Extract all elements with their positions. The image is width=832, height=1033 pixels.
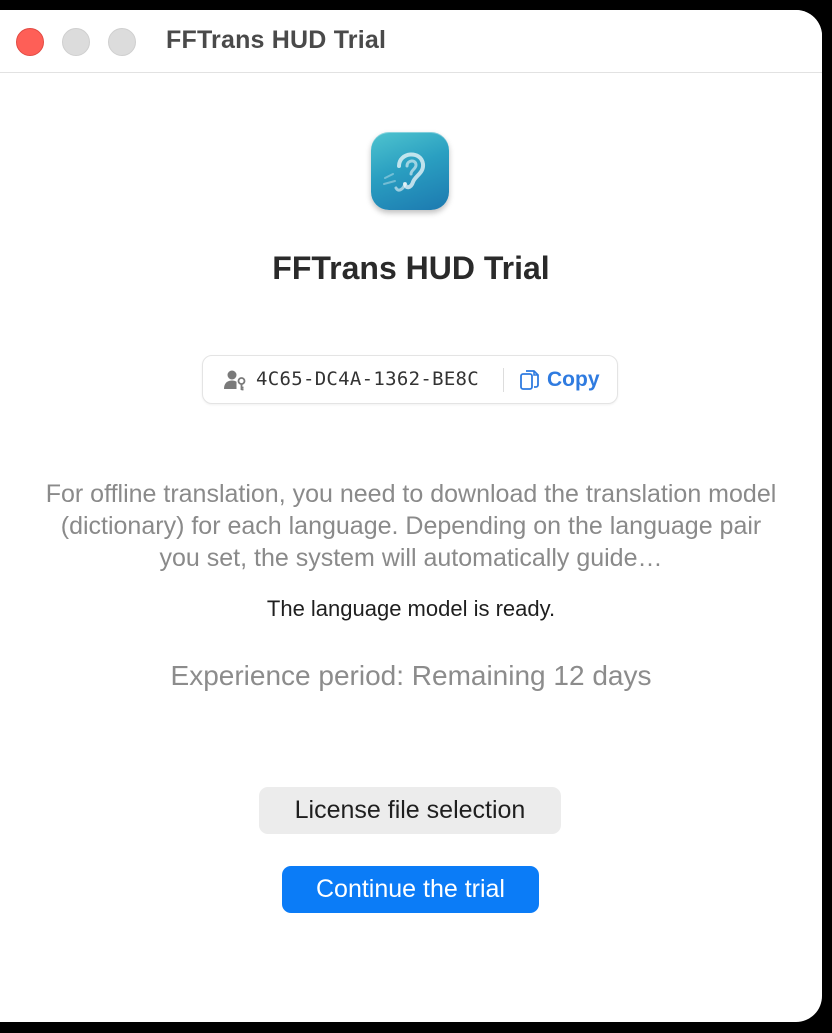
continue-trial-button[interactable]: Continue the trial <box>282 866 539 913</box>
zoom-window-button[interactable] <box>108 28 136 56</box>
close-window-button[interactable] <box>16 28 44 56</box>
license-file-selection-button[interactable]: License file selection <box>259 787 561 834</box>
copy-icon <box>520 370 539 390</box>
title-bar[interactable]: FFTrans HUD Trial <box>0 10 822 73</box>
trial-remaining: Experience period: Remaining 12 days <box>170 660 652 691</box>
app-title: FFTrans HUD Trial <box>272 250 550 286</box>
minimize-window-button[interactable] <box>62 28 90 56</box>
model-status: The language model is ready. <box>266 596 556 621</box>
window-title: FFTrans HUD Trial <box>166 26 387 54</box>
divider <box>503 368 504 392</box>
ear-icon <box>371 132 449 210</box>
description-text: For offline translation, you need to dow… <box>45 480 777 572</box>
license-key-value: 4C65-DC4A-1362-BE8C <box>256 368 480 390</box>
copy-button[interactable]: Copy <box>515 364 608 396</box>
person-key-icon <box>224 370 246 391</box>
dialog-window: FFTrans HUD Trial FFTrans HUD Trial 4C65… <box>0 10 822 1022</box>
license-key-box: 4C65-DC4A-1362-BE8C Copy <box>202 355 618 404</box>
copy-label: Copy <box>547 368 600 391</box>
